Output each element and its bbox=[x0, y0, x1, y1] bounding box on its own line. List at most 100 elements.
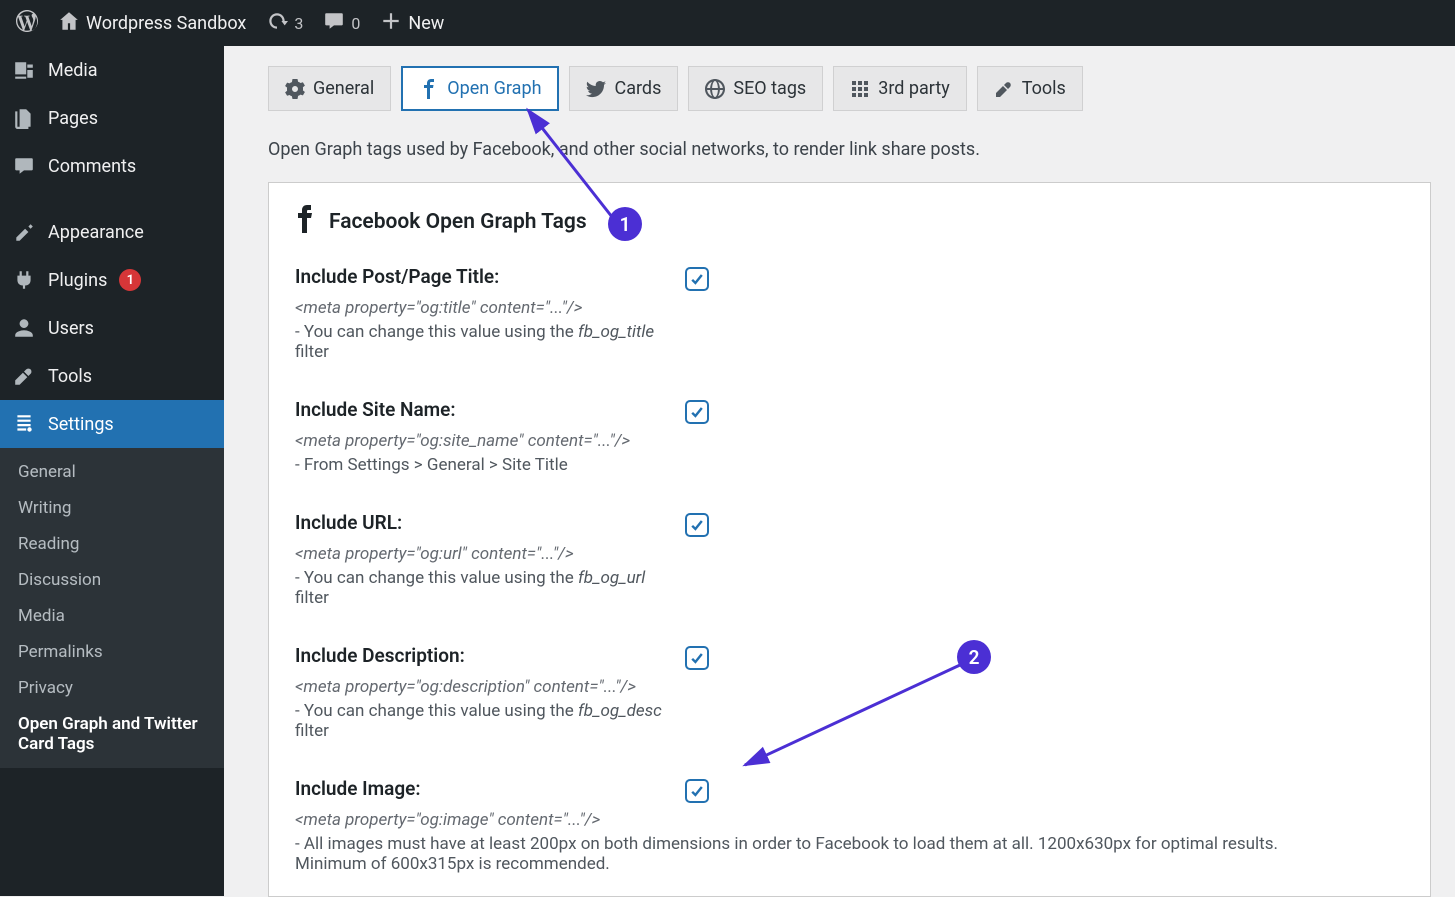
checkbox-title[interactable] bbox=[685, 267, 709, 291]
comments-bubble[interactable]: 0 bbox=[313, 0, 370, 46]
field-site-name: Include Site Name: <meta property="og:si… bbox=[295, 398, 1404, 475]
field-help: - All images must have at least 200px on… bbox=[295, 834, 1295, 874]
site-home[interactable]: Wordpress Sandbox bbox=[48, 0, 256, 46]
tab-cards[interactable]: Cards bbox=[569, 66, 678, 111]
site-name: Wordpress Sandbox bbox=[86, 13, 246, 34]
main-content: General Open Graph Cards SEO tags 3rd pa… bbox=[224, 46, 1455, 896]
sidebar-item-users[interactable]: Users bbox=[0, 304, 224, 352]
pages-icon bbox=[12, 106, 36, 130]
sidebar-item-label: Users bbox=[48, 318, 94, 339]
home-icon bbox=[58, 10, 80, 36]
tools-icon bbox=[12, 364, 36, 388]
appearance-icon bbox=[12, 220, 36, 244]
update-icon bbox=[266, 10, 288, 36]
media-icon bbox=[12, 58, 36, 82]
sidebar-item-label: Media bbox=[48, 60, 98, 81]
tab-row: General Open Graph Cards SEO tags 3rd pa… bbox=[268, 66, 1431, 111]
check-icon bbox=[689, 783, 705, 799]
sidebar-item-label: Tools bbox=[48, 366, 92, 387]
plugins-badge: 1 bbox=[119, 269, 141, 291]
field-title: Include Post/Page Title: <meta property=… bbox=[295, 265, 1404, 362]
globe-icon bbox=[705, 79, 725, 99]
field-label: Include Description: bbox=[295, 644, 665, 667]
tab-open-graph[interactable]: Open Graph bbox=[401, 66, 559, 111]
field-help: - You can change this value using the fb… bbox=[295, 568, 665, 608]
admin-bar: Wordpress Sandbox 3 0 New bbox=[0, 0, 1455, 46]
sidebar-item-plugins[interactable]: Plugins 1 bbox=[0, 256, 224, 304]
comments-icon bbox=[12, 154, 36, 178]
tab-third-party[interactable]: 3rd party bbox=[833, 66, 967, 111]
sidebar-item-label: Comments bbox=[48, 156, 136, 177]
checkbox-url[interactable] bbox=[685, 513, 709, 537]
check-icon bbox=[689, 404, 705, 420]
field-meta: <meta property="og:site_name" content=".… bbox=[295, 431, 665, 451]
sidebar-item-label: Settings bbox=[48, 414, 114, 435]
submenu-reading[interactable]: Reading bbox=[0, 526, 224, 562]
submenu-og-twitter[interactable]: Open Graph and Twitter Card Tags bbox=[0, 706, 224, 762]
comments-count: 0 bbox=[351, 14, 360, 33]
tab-tools[interactable]: Tools bbox=[977, 66, 1083, 111]
field-label: Include Site Name: bbox=[295, 398, 665, 421]
field-meta: <meta property="og:title" content="..."/… bbox=[295, 298, 665, 318]
sidebar-item-label: Pages bbox=[48, 108, 98, 129]
submenu-general[interactable]: General bbox=[0, 454, 224, 490]
sidebar-item-appearance[interactable]: Appearance bbox=[0, 208, 224, 256]
field-label: Include Post/Page Title: bbox=[295, 265, 665, 288]
sidebar-item-pages[interactable]: Pages bbox=[0, 94, 224, 142]
checkbox-site-name[interactable] bbox=[685, 400, 709, 424]
sidebar-item-media[interactable]: Media bbox=[0, 46, 224, 94]
checkbox-description[interactable] bbox=[685, 646, 709, 670]
field-meta: <meta property="og:description" content=… bbox=[295, 677, 665, 697]
panel-title-text: Facebook Open Graph Tags bbox=[329, 210, 587, 234]
updates-count: 3 bbox=[294, 14, 303, 33]
tab-label: General bbox=[313, 78, 374, 99]
check-icon bbox=[689, 271, 705, 287]
tab-label: Open Graph bbox=[447, 78, 541, 99]
sidebar-item-settings[interactable]: Settings bbox=[0, 400, 224, 448]
twitter-icon bbox=[586, 79, 606, 99]
settings-submenu: General Writing Reading Discussion Media… bbox=[0, 448, 224, 768]
field-help: - You can change this value using the fb… bbox=[295, 322, 665, 362]
plus-icon bbox=[380, 10, 402, 36]
facebook-icon bbox=[419, 79, 439, 99]
tab-label: Cards bbox=[614, 78, 661, 99]
checkbox-image[interactable] bbox=[685, 779, 709, 803]
field-help: - You can change this value using the fb… bbox=[295, 701, 665, 741]
wrench-icon bbox=[994, 79, 1014, 99]
wp-logo[interactable] bbox=[6, 0, 48, 46]
check-icon bbox=[689, 650, 705, 666]
sidebar-item-label: Plugins bbox=[48, 270, 107, 291]
grid-icon bbox=[850, 79, 870, 99]
comment-icon bbox=[323, 10, 345, 36]
tab-label: 3rd party bbox=[878, 78, 950, 99]
tab-seo-tags[interactable]: SEO tags bbox=[688, 66, 823, 111]
field-image-extra: <meta property="og:image" content="..."/… bbox=[295, 810, 1404, 874]
field-label: Include Image: bbox=[295, 777, 665, 800]
annotation-badge-1: 1 bbox=[608, 207, 642, 241]
facebook-icon bbox=[295, 205, 315, 239]
updates[interactable]: 3 bbox=[256, 0, 313, 46]
sidebar-item-tools[interactable]: Tools bbox=[0, 352, 224, 400]
check-icon bbox=[689, 517, 705, 533]
annotation-badge-2: 2 bbox=[957, 640, 991, 674]
field-image: Include Image: bbox=[295, 777, 1404, 810]
tab-general[interactable]: General bbox=[268, 66, 391, 111]
submenu-media[interactable]: Media bbox=[0, 598, 224, 634]
panel-title: Facebook Open Graph Tags bbox=[295, 205, 1404, 239]
submenu-writing[interactable]: Writing bbox=[0, 490, 224, 526]
field-meta: <meta property="og:image" content="..."/… bbox=[295, 810, 1404, 830]
field-description: Include Description: <meta property="og:… bbox=[295, 644, 1404, 741]
wordpress-icon bbox=[16, 10, 38, 36]
plugins-icon bbox=[12, 268, 36, 292]
submenu-permalinks[interactable]: Permalinks bbox=[0, 634, 224, 670]
submenu-discussion[interactable]: Discussion bbox=[0, 562, 224, 598]
sidebar-item-comments[interactable]: Comments bbox=[0, 142, 224, 190]
submenu-privacy[interactable]: Privacy bbox=[0, 670, 224, 706]
facebook-og-panel: Facebook Open Graph Tags Include Post/Pa… bbox=[268, 182, 1431, 897]
tab-label: Tools bbox=[1022, 78, 1066, 99]
intro-text: Open Graph tags used by Facebook, and ot… bbox=[268, 139, 1431, 160]
sidebar-item-label: Appearance bbox=[48, 222, 144, 243]
admin-sidebar: Media Pages Comments Appearance Plugins … bbox=[0, 46, 224, 896]
field-url: Include URL: <meta property="og:url" con… bbox=[295, 511, 1404, 608]
new-content[interactable]: New bbox=[370, 0, 454, 46]
